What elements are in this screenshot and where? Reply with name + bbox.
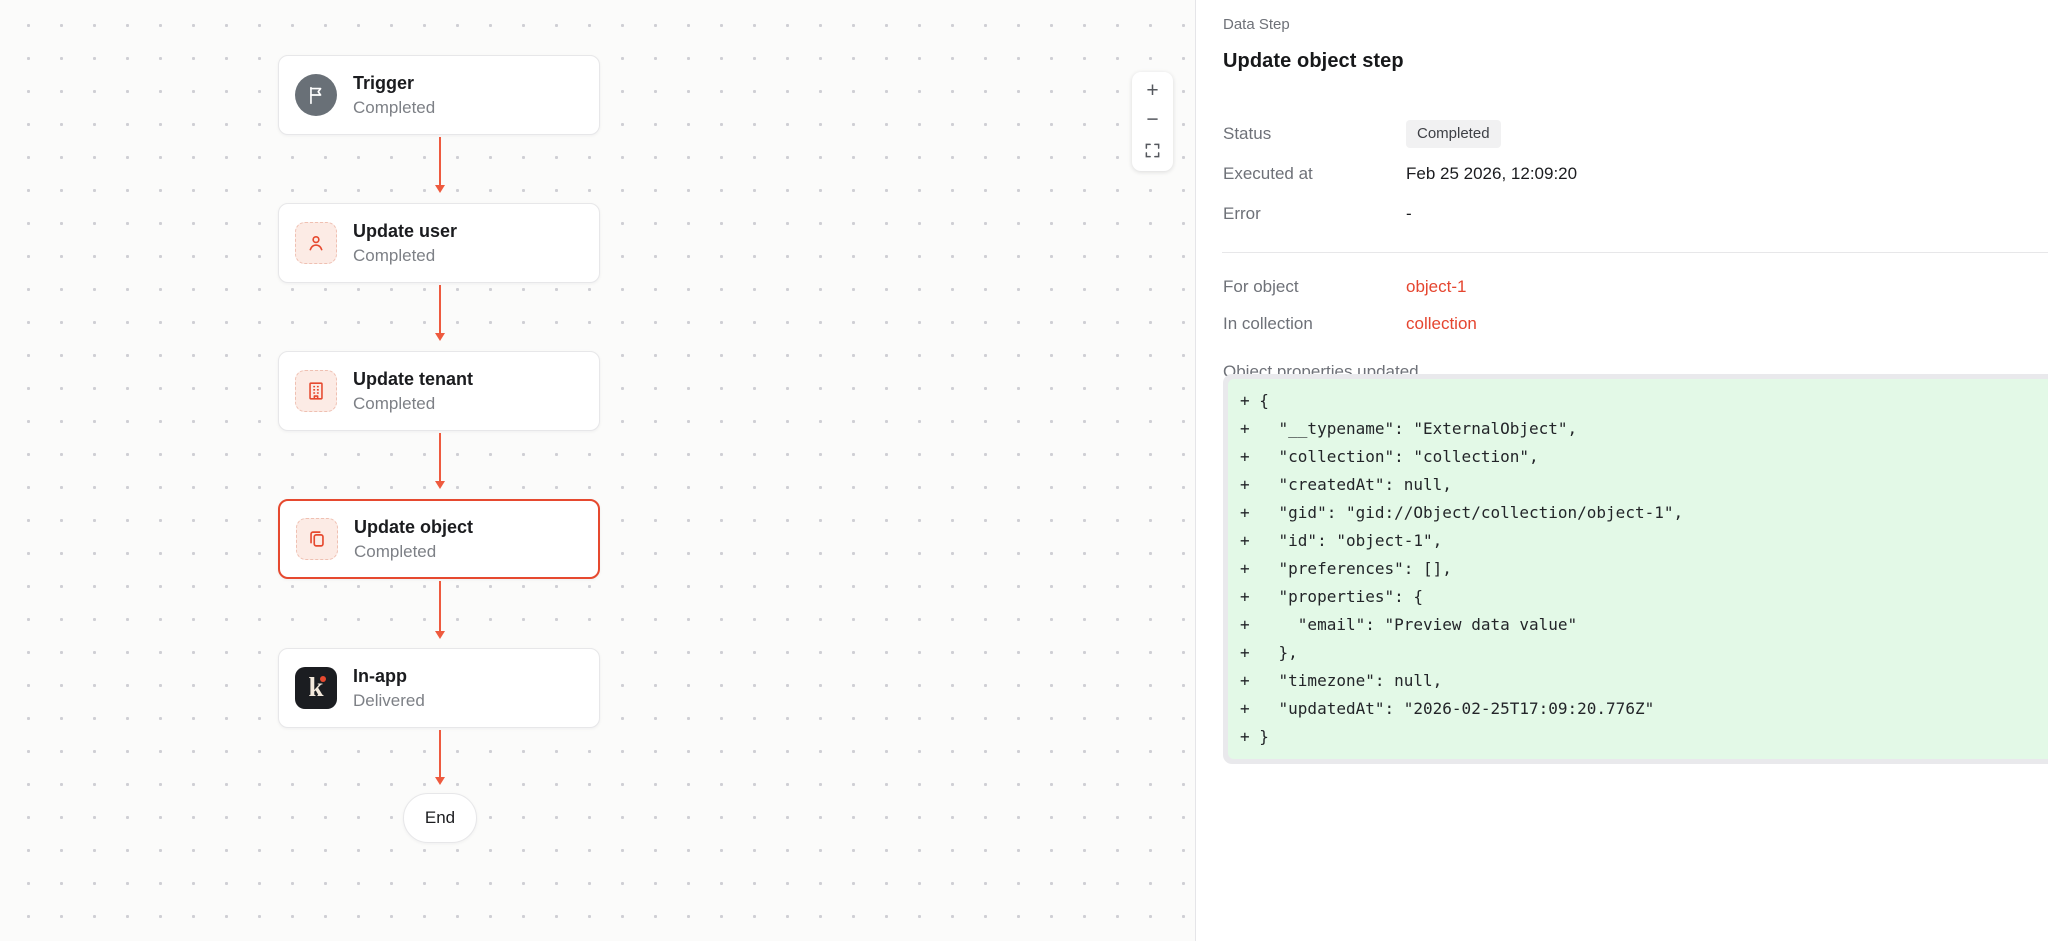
flow-arrow	[439, 433, 441, 487]
executed-at-value: Feb 25 2026, 12:09:20	[1406, 164, 1577, 184]
flow-node-update-object[interactable]: Update object Completed	[278, 499, 600, 579]
node-title: Trigger	[353, 72, 435, 94]
fit-view-button[interactable]	[1132, 134, 1173, 167]
diff-line: + "gid": "gid://Object/collection/object…	[1240, 499, 2032, 527]
flow-node-update-tenant[interactable]: Update tenant Completed	[278, 351, 600, 431]
minus-icon: −	[1146, 109, 1158, 130]
flow-arrow	[439, 581, 441, 637]
for-object-row: For object object-1	[1223, 273, 2048, 301]
error-label: Error	[1223, 204, 1406, 224]
diff-line: + "id": "object-1",	[1240, 527, 2032, 555]
node-status: Completed	[353, 245, 457, 266]
workflow-canvas[interactable]: Trigger Completed Update user Completed	[0, 0, 1196, 941]
step-type-label: Data Step	[1223, 16, 2048, 34]
zoom-out-button[interactable]: −	[1132, 105, 1173, 134]
workflow-run-debugger: Trigger Completed Update user Completed	[0, 0, 2048, 941]
diff-line: + {	[1240, 387, 2032, 415]
collection-link[interactable]: collection	[1406, 314, 1477, 334]
error-value: -	[1406, 204, 1412, 224]
diff-line: + "__typename": "ExternalObject",	[1240, 415, 2032, 443]
fit-view-icon	[1144, 142, 1161, 159]
end-label: End	[425, 808, 455, 828]
node-status: Completed	[354, 541, 473, 562]
copy-icon	[296, 518, 338, 560]
executed-at-label: Executed at	[1223, 164, 1406, 184]
status-badge: Completed	[1406, 120, 1501, 148]
flow-arrow	[439, 137, 441, 191]
diff-line: + "collection": "collection",	[1240, 443, 2032, 471]
diff-line: + "preferences": [],	[1240, 555, 2032, 583]
diff-line: + "createdAt": null,	[1240, 471, 2032, 499]
node-status: Completed	[353, 97, 435, 118]
node-status: Completed	[353, 393, 473, 414]
diff-line: + },	[1240, 639, 2032, 667]
section-divider	[1222, 252, 2048, 253]
step-title: Update object step	[1223, 48, 2048, 74]
flow-node-update-user[interactable]: Update user Completed	[278, 203, 600, 283]
flow-node-end[interactable]: End	[403, 793, 477, 843]
diff-line: + "properties": {	[1240, 583, 2032, 611]
zoom-in-button[interactable]: +	[1132, 76, 1173, 105]
knock-logo: k	[295, 667, 337, 709]
diff-line: + "email": "Preview data value"	[1240, 611, 2032, 639]
node-title: Update user	[353, 220, 457, 242]
step-detail-panel: Data Step Update object step Status Comp…	[1197, 0, 2048, 941]
flow-arrow	[439, 285, 441, 339]
error-row: Error -	[1223, 200, 2048, 228]
zoom-toolbar: + −	[1132, 72, 1173, 171]
object-diff-block: + { + "__typename": "ExternalObject", + …	[1223, 374, 2048, 764]
user-icon	[295, 222, 337, 264]
flow-arrow	[439, 730, 441, 783]
diff-line: + }	[1240, 723, 2032, 751]
in-collection-row: In collection collection	[1223, 310, 2048, 338]
in-collection-label: In collection	[1223, 314, 1406, 334]
node-title: Update object	[354, 516, 473, 538]
object-link[interactable]: object-1	[1406, 277, 1466, 297]
diff-line: + "timezone": null,	[1240, 667, 2032, 695]
diff-added-region: + { + "__typename": "ExternalObject", + …	[1228, 379, 2048, 759]
executed-at-row: Executed at Feb 25 2026, 12:09:20	[1223, 160, 2048, 188]
node-status: Delivered	[353, 690, 425, 711]
node-title: In-app	[353, 665, 425, 687]
status-row: Status Completed	[1223, 120, 2048, 148]
diff-line: + "updatedAt": "2026-02-25T17:09:20.776Z…	[1240, 695, 2032, 723]
flag-icon	[295, 74, 337, 116]
flow-node-trigger[interactable]: Trigger Completed	[278, 55, 600, 135]
building-icon	[295, 370, 337, 412]
plus-icon: +	[1146, 80, 1158, 101]
flow-node-in-app[interactable]: k In-app Delivered	[278, 648, 600, 728]
status-label: Status	[1223, 124, 1406, 144]
for-object-label: For object	[1223, 277, 1406, 297]
node-title: Update tenant	[353, 368, 473, 390]
